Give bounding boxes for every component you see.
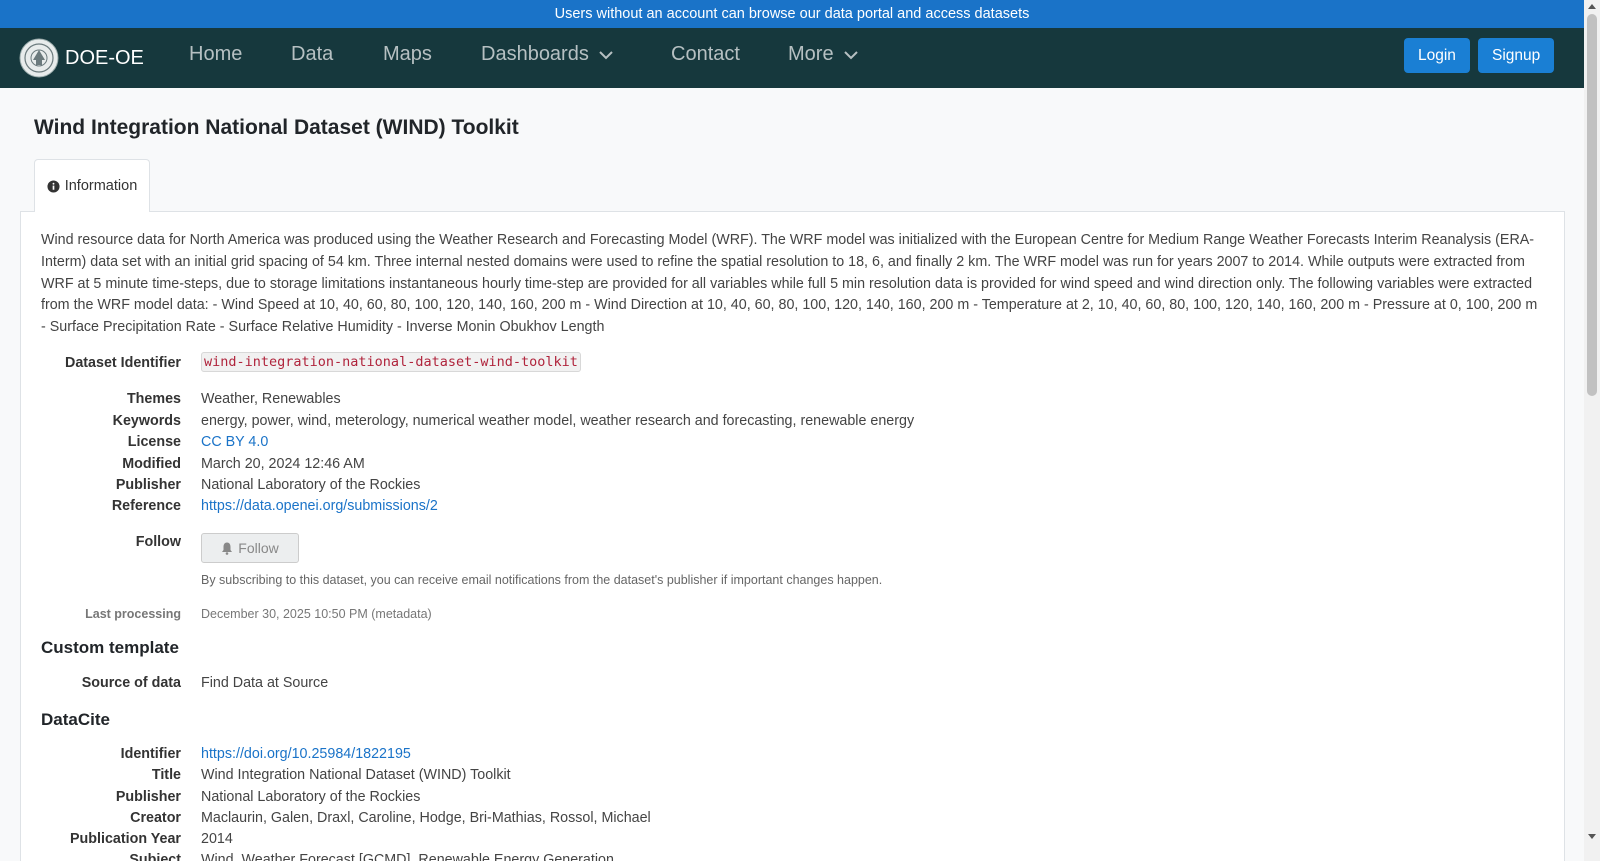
nav-more-label: More [788,43,834,65]
brand-name: DOE-OE [65,46,144,69]
datacite-heading: DataCite [41,710,110,729]
tab-information[interactable]: Information [34,159,150,212]
datacite-creator-label: Creator [130,810,181,826]
themes-label: Themes [126,391,181,407]
follow-label: Follow [135,534,181,550]
chevron-down-icon [599,50,613,59]
doe-seal-icon [19,38,59,78]
nav-home-label: Home [189,43,243,65]
custom-template-heading: Custom template [41,638,179,657]
nav-dashboards-label: Dashboards [481,43,589,65]
follow-help-text: By subscribing to this dataset, you can … [201,573,883,587]
publisher-label: Publisher [115,477,181,493]
nav-maps-label: Maps [383,43,432,65]
datacite-subject-label: Subject [129,852,181,861]
brand-home-link[interactable]: DOE-OE [19,38,144,78]
bell-icon [222,542,233,555]
source-of-data-value: Find Data at Source [201,675,329,691]
keywords-value: energy, power, wind, meterology, numeric… [201,413,915,429]
datacite-identifier-label: Identifier [120,746,181,762]
datacite-creator-value: Maclaurin, Galen, Draxl, Caroline, Hodge… [201,810,651,826]
page-title: Wind Integration National Dataset (WIND)… [34,116,519,139]
datacite-publisher-label: Publisher [115,789,181,805]
datacite-year-value: 2014 [201,831,233,847]
reference-label: Reference [111,498,181,514]
dataset-description: Wind resource data for North America was… [41,232,1538,336]
dataset-identifier-value: wind-integration-national-dataset-wind-t… [201,352,581,372]
last-processing-value: December 30, 2025 10:50 PM (metadata) [201,607,432,621]
nav-more-dropdown[interactable]: More [788,43,860,66]
publisher-value: National Laboratory of the Rockies [201,477,421,493]
chevron-down-icon [843,50,858,59]
datacite-title-label: Title [151,767,181,783]
signup-button[interactable]: Signup [1478,38,1555,73]
last-processing-label: Last processing [85,607,181,621]
datacite-identifier-link[interactable]: https://doi.org/10.25984/1822195 [201,746,411,762]
page-scrollbar[interactable] [1584,0,1600,861]
announcement-banner: Users without an account can browse our … [0,0,1584,28]
modified-label: Modified [122,456,181,472]
tab-information-label: Information [64,178,138,194]
datacite-title-value: Wind Integration National Dataset (WIND)… [201,767,511,783]
nav-home[interactable]: Home [189,43,242,66]
scroll-thumb[interactable] [1587,14,1597,396]
datacite-publisher-value: National Laboratory of the Rockies [201,789,421,805]
scroll-down-arrow-icon[interactable] [1588,834,1596,839]
nav-maps[interactable]: Maps [383,43,432,66]
follow-button[interactable]: Follow [201,533,299,563]
license-link[interactable]: CC BY 4.0 [201,434,268,450]
nav-data-label: Data [291,43,334,65]
nav-dashboards-dropdown[interactable]: Dashboards [481,43,615,66]
scroll-up-arrow-icon[interactable] [1588,4,1596,9]
themes-value: Weather, Renewables [201,391,341,407]
source-of-data-label: Source of data [81,675,181,691]
datacite-year-label: Publication Year [70,831,181,847]
nav-contact[interactable]: Contact [671,43,740,66]
follow-button-label: Follow [238,540,279,556]
dataset-identifier-label: Dataset Identifier [65,355,181,371]
nav-data[interactable]: Data [291,43,333,66]
dataset-identifier-code: wind-integration-national-dataset-wind-t… [201,352,581,372]
reference-link[interactable]: https://data.openei.org/submissions/2 [201,498,438,514]
nav-contact-label: Contact [671,43,740,65]
top-navbar: DOE-OE Home Data Maps Dashboards Contact… [0,28,1584,88]
keywords-label: Keywords [112,413,181,429]
license-label: License [127,434,181,450]
datacite-subject-value: Wind, Weather Forecast [GCMD], Renewable… [201,852,614,861]
modified-value: March 20, 2024 12:46 AM [201,456,365,472]
login-button[interactable]: Login [1404,38,1470,73]
info-circle-icon [47,179,60,193]
